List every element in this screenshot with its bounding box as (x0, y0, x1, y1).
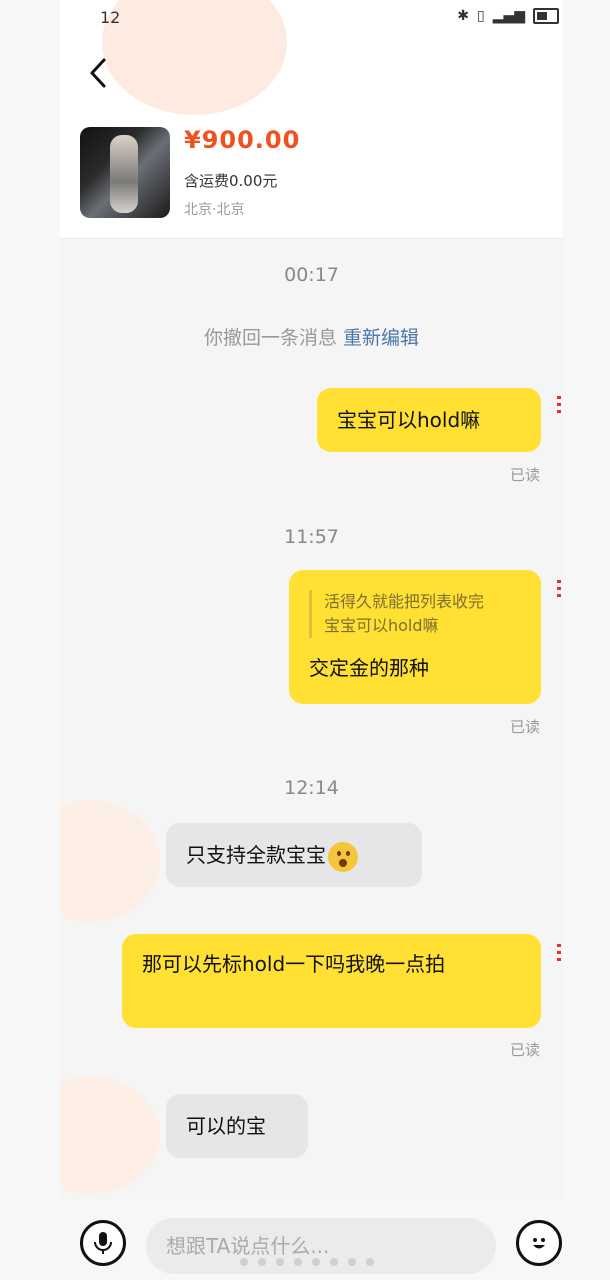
quote-line: 宝宝可以hold嘛 (324, 616, 439, 635)
message-text: 宝宝可以hold嘛 (337, 408, 481, 432)
timestamp: 11:57 (284, 526, 339, 548)
back-button[interactable] (84, 52, 114, 94)
input-bar (60, 1200, 563, 1280)
read-receipt: 已读 (509, 718, 540, 736)
voice-button[interactable] (80, 1220, 126, 1266)
emoji-button[interactable] (516, 1220, 562, 1266)
side-marker (557, 576, 563, 626)
product-image[interactable] (80, 127, 170, 218)
message-text: 交定金的那种 (309, 656, 429, 680)
quoted-message: 活得久就能把列表收完 宝宝可以hold嘛 (309, 590, 521, 638)
status-bar: 12 ✱ ▯ ▂▄▆ (60, 0, 563, 36)
read-receipt: 已读 (509, 1041, 540, 1059)
message-text: 只支持全款宝宝 (186, 843, 326, 867)
side-marker (557, 940, 563, 990)
re-edit-link[interactable]: 重新编辑 (343, 327, 419, 349)
message-bubble-sent[interactable]: 宝宝可以hold嘛 (317, 388, 541, 452)
status-icons: ✱ ▯ ▂▄▆ (457, 8, 559, 24)
product-price: ¥900.00 (184, 126, 301, 154)
product-location: 北京·北京 (184, 202, 245, 218)
recall-text: 你撤回一条消息 (203, 327, 337, 349)
chat-screen: 12 ✱ ▯ ▂▄▆ ¥900.00 含运费0.00元 北京·北京 00:17 … (60, 0, 563, 1280)
timestamp: 00:17 (284, 264, 339, 286)
emoji-icon (533, 1238, 545, 1249)
product-shipping: 含运费0.00元 (184, 172, 278, 190)
back-arrow-icon (90, 58, 106, 88)
battery-icon (533, 8, 559, 24)
message-bubble-sent[interactable]: 那可以先标hold一下吗我晚一点拍 (122, 934, 541, 1028)
microphone-icon (94, 1232, 112, 1254)
vibrate-icon: ▯ (476, 8, 485, 24)
signal-icon: ▂▄▆ (492, 8, 525, 24)
quote-line: 活得久就能把列表收完 (324, 592, 485, 611)
read-receipt: 已读 (509, 466, 540, 484)
side-marker (557, 392, 563, 442)
status-time: 12 (100, 8, 121, 27)
timestamp: 12:14 (284, 777, 339, 799)
message-bubble-received[interactable]: 可以的宝 (166, 1094, 308, 1158)
message-bubble-received[interactable]: 只支持全款宝宝 (166, 823, 422, 887)
product-header: 12 ✱ ▯ ▂▄▆ ¥900.00 含运费0.00元 北京·北京 (60, 0, 563, 239)
decorative-blob (60, 800, 160, 922)
message-text: 那可以先标hold一下吗我晚一点拍 (142, 952, 446, 976)
flushed-face-emoji-icon (328, 841, 358, 872)
message-text: 可以的宝 (186, 1114, 266, 1138)
recall-notice: 你撤回一条消息 重新编辑 (60, 323, 563, 350)
page-indicator (240, 1258, 374, 1266)
decorative-blob (60, 1076, 160, 1194)
bluetooth-icon: ✱ (457, 8, 469, 24)
message-bubble-sent-quote[interactable]: 活得久就能把列表收完 宝宝可以hold嘛 交定金的那种 (289, 570, 541, 704)
